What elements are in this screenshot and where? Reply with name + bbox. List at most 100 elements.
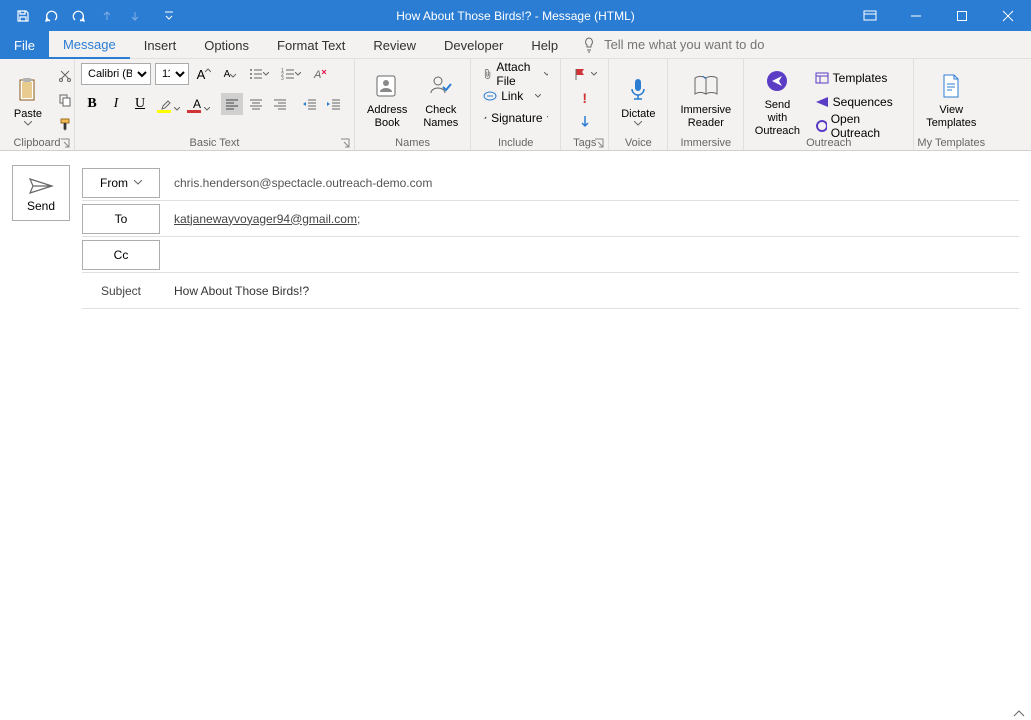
collapse-ribbon-button[interactable] [1013,710,1025,718]
undo-button[interactable] [38,3,64,29]
align-right-button[interactable] [269,93,291,115]
tab-review[interactable]: Review [359,31,430,59]
font-name-select[interactable]: Calibri (Bod [81,63,151,85]
outreach-icon [765,69,789,93]
dictate-button[interactable]: Dictate [615,72,661,128]
shrink-font-button[interactable]: A [219,63,241,85]
tab-options[interactable]: Options [190,31,263,59]
clear-formatting-button[interactable]: A [309,63,331,85]
from-row: From chris.henderson@spectacle.outreach-… [82,165,1019,201]
tell-me-input[interactable] [604,37,804,52]
highlight-button[interactable] [153,93,181,115]
underline-button[interactable]: U [129,93,151,115]
tab-developer[interactable]: Developer [430,31,517,59]
to-recipient[interactable]: katjanewayvoyager94@gmail.com [174,212,357,226]
address-book-button[interactable]: Address Book [361,68,413,132]
group-label-immersive: Immersive [668,137,743,149]
link-label: Link [501,89,523,103]
redo-button[interactable] [66,3,92,29]
increase-indent-button[interactable] [323,93,345,115]
from-value: chris.henderson@spectacle.outreach-demo.… [160,176,1019,190]
align-left-button[interactable] [221,93,243,115]
paste-button[interactable]: Paste [6,72,50,128]
tab-message[interactable]: Message [49,31,130,59]
title-bar: How About Those Birds!? - Message (HTML) [0,0,1031,31]
chevron-down-icon [634,121,642,126]
attach-file-label: Attach File [496,60,539,88]
microphone-icon [628,77,648,103]
subject-row: Subject [82,273,1019,309]
save-button[interactable] [10,3,36,29]
ribbon-mode-button[interactable] [847,0,893,31]
low-importance-button[interactable] [574,111,596,133]
dialog-launcher-tags[interactable] [594,138,604,148]
to-field[interactable]: katjanewayvoyager94@gmail.com; [160,212,1019,226]
format-painter-button[interactable] [54,113,76,135]
tab-format-text[interactable]: Format Text [263,31,359,59]
link-button[interactable]: Link [477,85,554,107]
address-book-label: Address Book [367,104,407,130]
svg-text:3: 3 [281,76,284,80]
tab-insert[interactable]: Insert [130,31,191,59]
check-names-button[interactable]: Check Names [417,68,464,132]
italic-button[interactable]: I [105,93,127,115]
immersive-reader-button[interactable]: Immersive Reader [674,68,737,132]
subject-input[interactable] [174,274,1005,308]
message-body[interactable] [0,323,1031,703]
cc-input[interactable] [174,238,1005,272]
follow-up-button[interactable] [571,63,599,85]
chevron-up-icon [1013,710,1025,718]
from-button[interactable]: From [82,168,160,198]
cc-field[interactable] [160,238,1019,272]
numbering-button[interactable]: 123 [277,63,305,85]
signature-button[interactable]: Signature [477,107,554,129]
paste-label: Paste [14,108,42,121]
maximize-button[interactable] [939,0,985,31]
signature-label: Signature [491,111,542,125]
sequences-button[interactable]: Sequences [809,91,908,113]
tab-help[interactable]: Help [517,31,572,59]
indent-icon [327,98,341,110]
grow-font-button[interactable]: A [193,63,215,85]
send-with-outreach-button[interactable]: Send with Outreach [750,63,804,140]
group-label-include: Include [471,137,560,149]
group-label-names: Names [355,137,470,149]
minimize-button[interactable] [893,0,939,31]
arrow-up-icon [101,10,113,22]
tab-file[interactable]: File [0,31,49,59]
group-label-voice: Voice [609,137,667,149]
customize-qat-button[interactable] [156,3,182,29]
flag-icon [573,67,587,81]
high-importance-button[interactable]: ! [576,87,593,109]
dialog-launcher-basic-text[interactable] [340,138,350,148]
document-icon [941,73,961,99]
to-row: To katjanewayvoyager94@gmail.com; [82,201,1019,237]
decrease-indent-button[interactable] [299,93,321,115]
group-my-templates: View Templates My Templates [914,59,988,150]
cc-button[interactable]: Cc [82,240,160,270]
cut-button[interactable] [54,65,76,87]
attach-file-button[interactable]: Attach File [477,63,554,85]
templates-button[interactable]: Templates [809,67,908,89]
copy-button[interactable] [54,89,76,111]
view-templates-button[interactable]: View Templates [920,68,982,132]
align-center-button[interactable] [245,93,267,115]
arrow-down-icon [580,115,590,129]
to-button[interactable]: To [82,204,160,234]
group-tags: ! Tags [561,59,609,150]
subject-field[interactable] [160,274,1019,308]
group-outreach: Send with Outreach Templates Sequences O… [744,59,914,150]
arrow-down-icon [129,10,141,22]
close-button[interactable] [985,0,1031,31]
bullets-button[interactable] [245,63,273,85]
bullets-icon [249,68,263,80]
font-color-button[interactable]: A [183,93,211,115]
font-size-select[interactable]: 11 [155,63,189,85]
window-controls [847,0,1031,31]
chevron-down-icon [544,72,549,76]
dialog-launcher-clipboard[interactable] [60,138,70,148]
open-outreach-button[interactable]: Open Outreach [809,115,908,137]
send-button[interactable]: Send [12,165,70,221]
bold-button[interactable]: B [81,93,103,115]
group-label-basic-text: Basic Text [75,137,354,149]
